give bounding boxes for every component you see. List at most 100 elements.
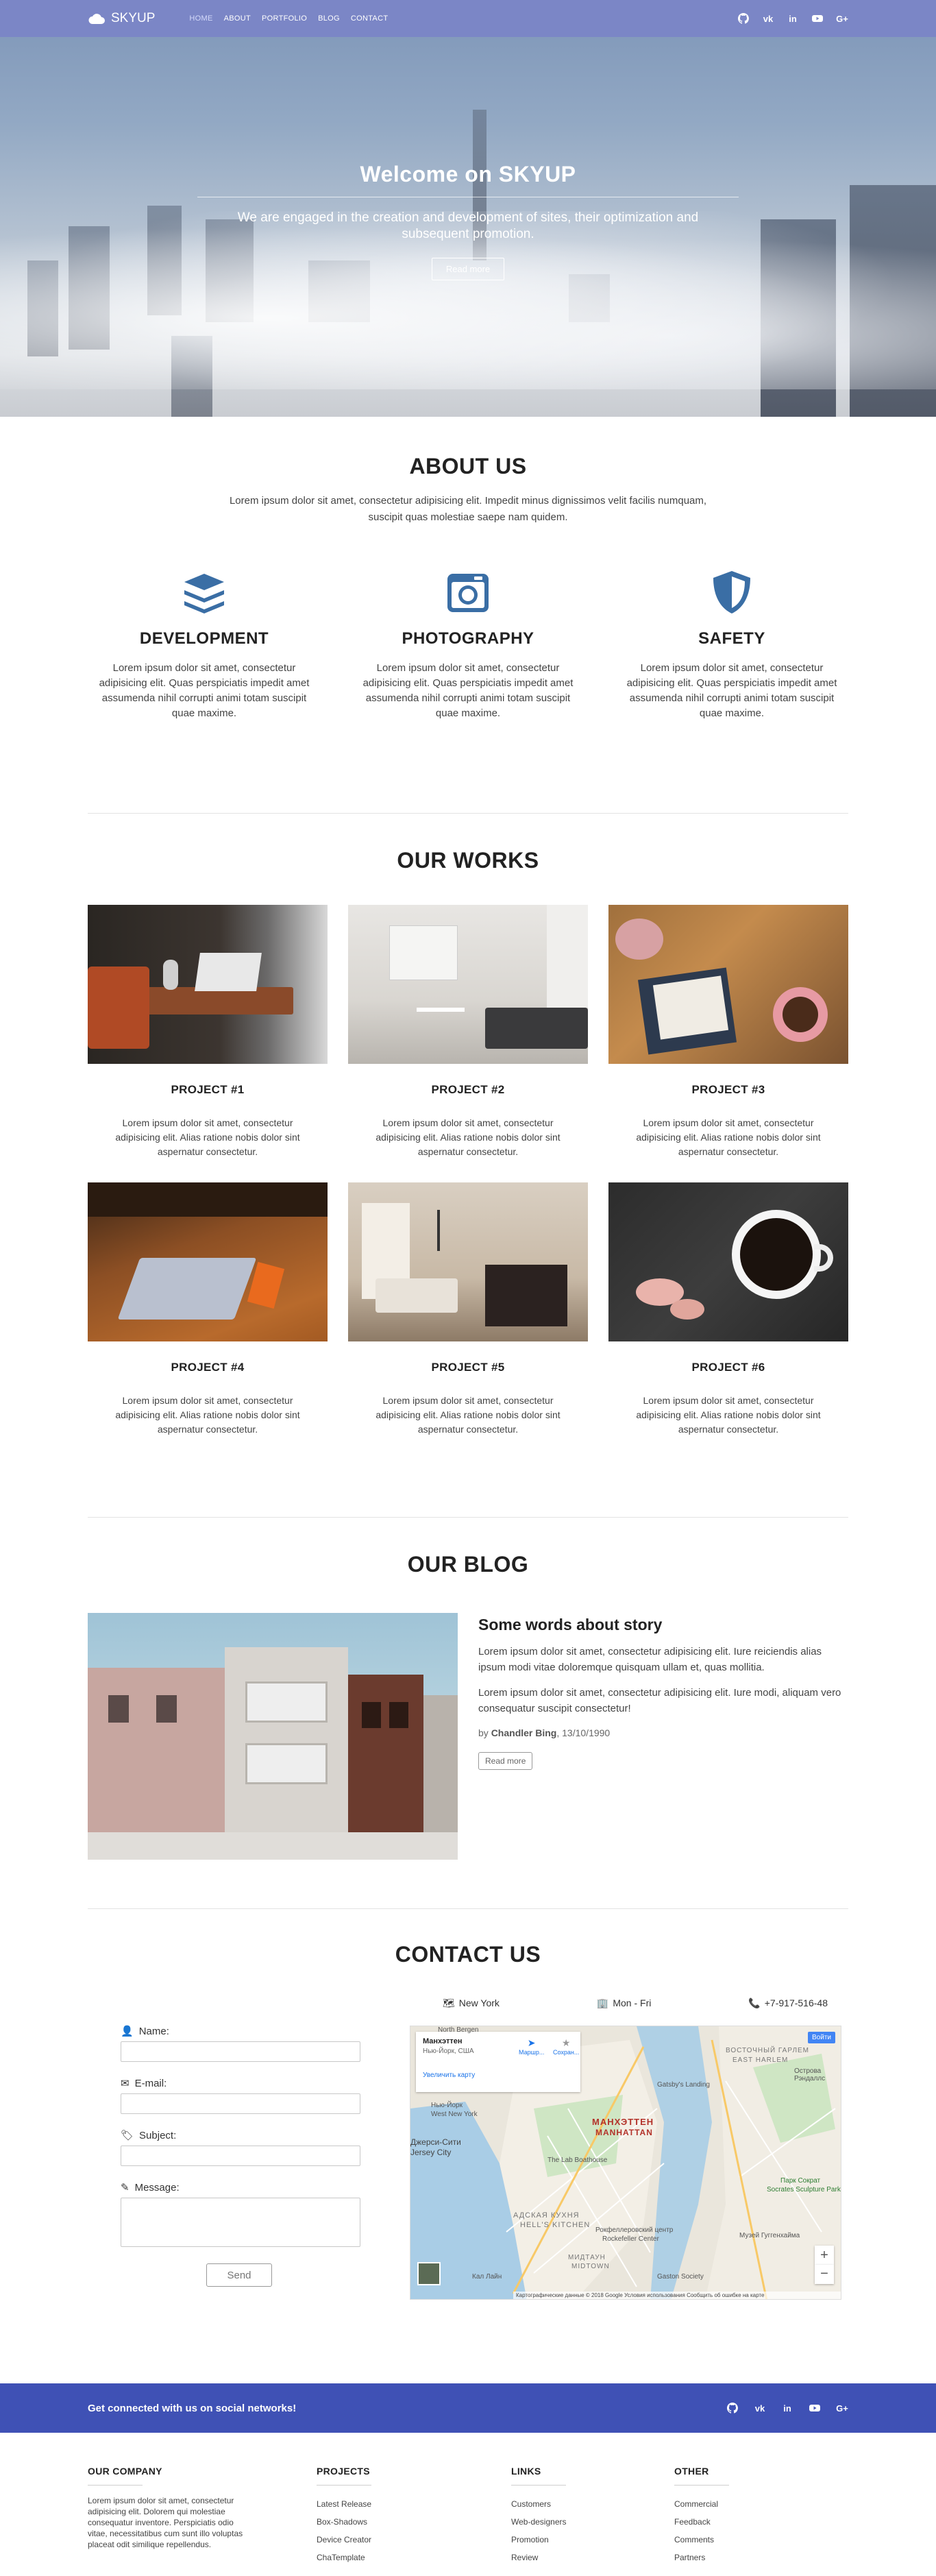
name-field[interactable]: [121, 2041, 360, 2062]
youtube-icon[interactable]: [811, 12, 824, 25]
linkedin-icon[interactable]: in: [787, 12, 799, 25]
google-plus-icon[interactable]: G+: [836, 2402, 848, 2414]
project-image[interactable]: [608, 905, 848, 1064]
footer-col-projects: PROJECTS Latest Release Box-Shadows Devi…: [317, 2466, 511, 2566]
hero-subtitle: We are engaged in the creation and devel…: [237, 210, 699, 241]
map[interactable]: Манхэттен Нью-Йорк, США Увеличить карту …: [410, 2026, 841, 2300]
footer-link[interactable]: Box-Shadows: [317, 2513, 511, 2531]
about-section: ABOUT US Lorem ipsum dolor sit amet, con…: [0, 417, 936, 813]
hero-content: Welcome on SKYUP We are engaged in the c…: [0, 162, 936, 280]
map-route-button[interactable]: ➤ Маршр...: [519, 2037, 544, 2056]
map-label: МИДТАУН: [568, 2254, 606, 2261]
footer-link[interactable]: Web-designers: [511, 2513, 674, 2531]
project-card[interactable]: PROJECT #5 Lorem ipsum dolor sit amet, c…: [348, 1182, 588, 1437]
feature-title: PHOTOGRAPHY: [402, 629, 534, 648]
menu-item-contact[interactable]: CONTACT: [351, 14, 388, 23]
footer-col-links: LINKS Customers Web-designers Promotion …: [511, 2466, 674, 2566]
main-menu: HOME ABOUT PORTFOLIO BLOG CONTACT: [189, 14, 388, 23]
features: DEVELOPMENT Lorem ipsum dolor sit amet, …: [88, 568, 848, 721]
menu-item-blog[interactable]: BLOG: [318, 14, 340, 23]
footer-col-underline: [511, 2485, 566, 2486]
feature-photography: PHOTOGRAPHY Lorem ipsum dolor sit amet, …: [352, 568, 584, 721]
map-satellite-toggle[interactable]: [417, 2262, 441, 2285]
map-zoom-in-button[interactable]: +: [815, 2246, 834, 2265]
map-label: Rockefeller Center: [602, 2235, 659, 2243]
project-image[interactable]: [348, 1182, 588, 1341]
map-icon: 🗺: [443, 1997, 455, 2008]
footer-link[interactable]: Feedback: [674, 2513, 811, 2531]
footer-link[interactable]: ChaTemplate: [317, 2549, 511, 2566]
footer-link[interactable]: Review: [511, 2549, 674, 2566]
about-lead: Lorem ipsum dolor sit amet, consectetur …: [229, 495, 707, 523]
youtube-icon[interactable]: [809, 2402, 821, 2414]
logo[interactable]: SKYUP: [88, 11, 155, 26]
map-enlarge-link[interactable]: Увеличить карту: [423, 2071, 574, 2079]
menu-item-about[interactable]: ABOUT: [224, 14, 251, 23]
email-label: ✉ E-mail:: [121, 2077, 379, 2090]
footer-company-blurb: Lorem ipsum dolor sit amet, consectetur …: [88, 2496, 243, 2549]
phone-text: +7-917-516-48: [764, 1997, 828, 2008]
social-bar-text: Get connected with us on social networks…: [88, 2402, 297, 2414]
github-icon[interactable]: [737, 12, 750, 25]
feature-text: Lorem ipsum dolor sit amet, consectetur …: [626, 662, 837, 719]
vk-icon[interactable]: vk: [754, 2402, 766, 2414]
map-label: Gaston Society: [657, 2273, 704, 2281]
email-field[interactable]: [121, 2093, 360, 2114]
project-image[interactable]: [608, 1182, 848, 1341]
footer-col-underline: [674, 2485, 729, 2486]
shield-icon: [713, 571, 750, 613]
map-label: Острова Рэндаллс: [794, 2067, 826, 2082]
map-save-label: Сохран...: [553, 2049, 580, 2056]
subject-field[interactable]: [121, 2146, 360, 2166]
hours-text: Mon - Fri: [613, 1997, 652, 2008]
footer-link[interactable]: Commercial: [674, 2495, 811, 2513]
project-card[interactable]: PROJECT #3 Lorem ipsum dolor sit amet, c…: [608, 905, 848, 1159]
map-district-label: МАНХЭТТЕН: [592, 2117, 654, 2127]
google-plus-icon[interactable]: G+: [836, 12, 848, 25]
project-text: Lorem ipsum dolor sit amet, consectetur …: [636, 1395, 821, 1435]
linkedin-icon[interactable]: in: [781, 2402, 793, 2414]
footer-link[interactable]: Promotion: [511, 2531, 674, 2549]
map-label: Парк Сократ: [780, 2177, 821, 2185]
footer-link[interactable]: Latest Release: [317, 2495, 511, 2513]
blog-image[interactable]: [88, 1613, 458, 1860]
map-label: Кал Лайн: [472, 2273, 502, 2281]
github-icon[interactable]: [726, 2402, 739, 2414]
message-label: ✎ Message:: [121, 2181, 379, 2194]
map-label: MIDTOWN: [571, 2263, 610, 2270]
menu-item-portfolio[interactable]: PORTFOLIO: [262, 14, 307, 23]
project-image[interactable]: [88, 1182, 328, 1341]
map-signin-button[interactable]: Войти: [808, 2032, 835, 2043]
project-card[interactable]: PROJECT #6 Lorem ipsum dolor sit amet, c…: [608, 1182, 848, 1437]
map-place-card: Манхэттен Нью-Йорк, США Увеличить карту …: [416, 2032, 580, 2092]
info-hours: 🏢 Mon - Fri: [597, 1997, 651, 2009]
vk-icon[interactable]: vk: [762, 12, 774, 25]
hero-read-more-button[interactable]: Read more: [431, 258, 505, 280]
map-zoom-out-button[interactable]: −: [815, 2265, 834, 2284]
map-place-subtitle: Нью-Йорк, США: [423, 2048, 474, 2055]
footer-link[interactable]: Customers: [511, 2495, 674, 2513]
project-card[interactable]: PROJECT #1 Lorem ipsum dolor sit amet, c…: [88, 905, 328, 1159]
project-title: PROJECT #5: [431, 1361, 505, 1374]
project-card[interactable]: PROJECT #2 Lorem ipsum dolor sit amet, c…: [348, 905, 588, 1159]
blog-read-more-button[interactable]: Read more: [478, 1752, 533, 1770]
menu-item-home[interactable]: HOME: [189, 14, 212, 23]
footer-link[interactable]: Device Creator: [317, 2531, 511, 2549]
footer-link[interactable]: Partners: [674, 2549, 811, 2566]
send-button[interactable]: Send: [206, 2263, 272, 2287]
project-image[interactable]: [348, 905, 588, 1064]
project-image[interactable]: [88, 905, 328, 1064]
footer-col-title: OTHER: [674, 2466, 709, 2477]
message-field[interactable]: [121, 2198, 360, 2247]
contact-section: CONTACT US 👤 Name: ✉ E-mail: 🏷 Subject: ✎ Me…: [0, 1909, 936, 2361]
map-save-button[interactable]: ★ Сохран...: [553, 2037, 579, 2056]
project-card[interactable]: PROJECT #4 Lorem ipsum dolor sit amet, c…: [88, 1182, 328, 1437]
blog-post-title[interactable]: Some words about story: [478, 1616, 848, 1634]
tag-icon: 🏷: [121, 2130, 134, 2141]
blog-paragraph: Lorem ipsum dolor sit amet, consectetur …: [478, 1646, 822, 1673]
user-icon: 👤: [121, 2026, 134, 2037]
info-phone: 📞 +7-917-516-48: [748, 1997, 828, 2009]
map-label: Рокфеллеровский центр: [595, 2226, 674, 2234]
footer-link[interactable]: Comments: [674, 2531, 811, 2549]
feature-text: Lorem ipsum dolor sit amet, consectetur …: [99, 662, 310, 719]
